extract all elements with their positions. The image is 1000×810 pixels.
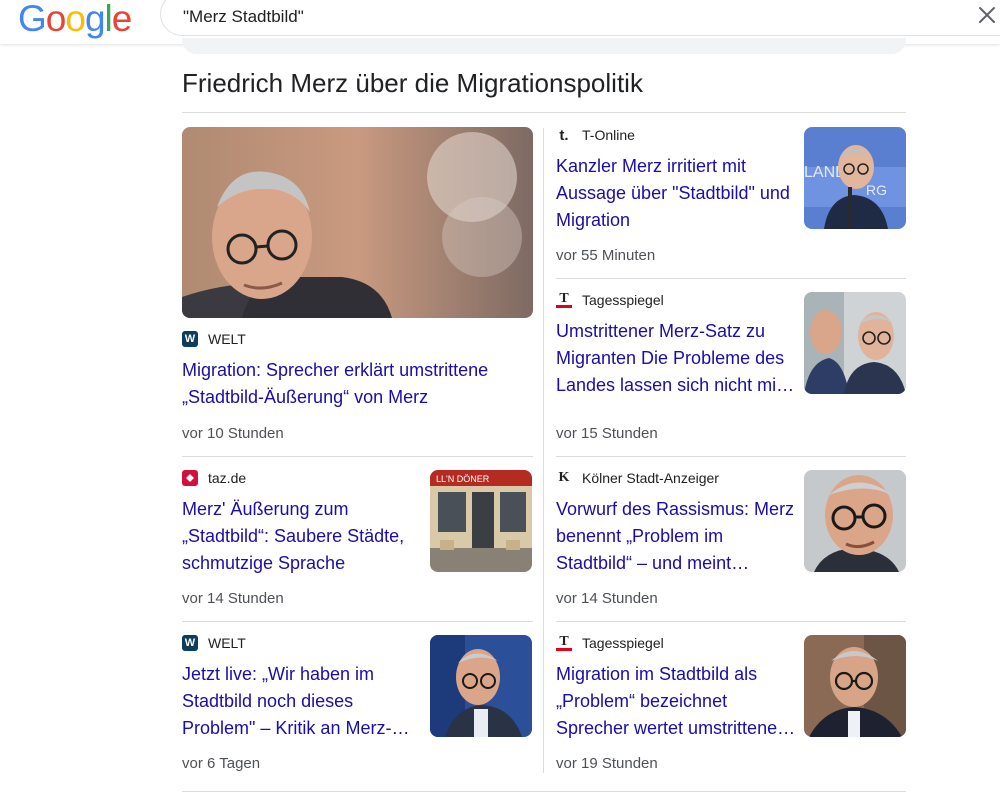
article-time: vor 15 Stunden <box>556 425 658 442</box>
article-source[interactable]: W WELT <box>182 635 246 651</box>
article-headline[interactable]: Umstrittener Merz-Satz zu Migranten Die … <box>556 318 796 399</box>
close-icon[interactable] <box>978 6 996 24</box>
source-name: Tagesspiegel <box>582 292 664 308</box>
tagesspiegel-icon: T <box>556 291 572 308</box>
source-name: WELT <box>208 635 246 651</box>
divider <box>182 112 906 113</box>
logo-letter: o <box>65 0 86 39</box>
article-source[interactable]: T Tagesspiegel <box>556 634 664 651</box>
article-source[interactable]: taz.de <box>182 470 246 486</box>
article-headline[interactable]: Vorwurf des Rassismus: Merz benennt „Pro… <box>556 496 796 577</box>
article-source[interactable]: t. T-Online <box>556 126 635 144</box>
article-thumbnail[interactable]: LAND RG <box>804 127 906 229</box>
article-thumbnail[interactable]: LL'N DÖNER <box>430 470 532 572</box>
svg-text:LL'N DÖNER: LL'N DÖNER <box>436 474 490 484</box>
source-name: Kölner Stadt-Anzeiger <box>582 470 719 486</box>
logo-letter: e <box>111 0 133 39</box>
search-input[interactable]: "Merz Stadtbild" <box>183 7 304 27</box>
google-logo[interactable]: Google <box>18 0 133 39</box>
t-online-icon: t. <box>559 126 569 144</box>
previous-card-edge <box>182 38 906 54</box>
article-time: vor 6 Tagen <box>182 755 261 772</box>
section-title: Friedrich Merz über die Migrationspoliti… <box>182 68 643 98</box>
article-time: vor 14 Stunden <box>556 590 658 607</box>
ksta-icon: K <box>558 470 570 485</box>
welt-icon: W <box>182 331 198 347</box>
article-time: vor 55 Minuten <box>556 247 656 264</box>
divider <box>556 456 906 457</box>
column-divider <box>543 128 544 773</box>
divider <box>182 791 906 792</box>
source-name: Tagesspiegel <box>582 635 664 651</box>
welt-icon: W <box>182 635 198 651</box>
article-headline[interactable]: Kanzler Merz irritiert mit Aussage über … <box>556 153 792 234</box>
article-image[interactable] <box>182 127 533 318</box>
divider <box>556 621 906 622</box>
article-thumbnail[interactable] <box>804 470 906 572</box>
article-source[interactable]: W WELT <box>182 331 246 347</box>
article-headline[interactable]: Migration: Sprecher erklärt umstrittene … <box>182 357 527 411</box>
search-box[interactable]: "Merz Stadtbild" <box>160 0 1000 36</box>
article-thumbnail[interactable] <box>430 635 532 737</box>
tagesspiegel-icon: T <box>556 634 572 651</box>
logo-letter: G <box>18 0 47 39</box>
article-thumbnail[interactable] <box>804 292 906 394</box>
article-time: vor 14 Stunden <box>182 590 284 607</box>
logo-letter: l <box>104 0 113 39</box>
logo-letter: g <box>84 0 106 39</box>
article-headline[interactable]: Jetzt live: „Wir haben im Stadtbild noch… <box>182 661 418 742</box>
logo-letter: o <box>45 0 67 39</box>
article-time: vor 10 Stunden <box>182 425 284 442</box>
source-name: WELT <box>208 331 246 347</box>
source-name: taz.de <box>208 470 247 486</box>
article-headline[interactable]: Migration im Stadtbild als „Problem“ bez… <box>556 661 796 742</box>
divider <box>182 621 533 622</box>
source-name: T-Online <box>582 127 635 143</box>
taz-icon <box>182 470 198 486</box>
article-thumbnail[interactable] <box>804 635 906 737</box>
article-time: vor 19 Stunden <box>556 755 658 772</box>
svg-text:RG: RG <box>866 182 887 198</box>
article-headline[interactable]: Merz' Äußerung zum „Stadtbild“: Saubere … <box>182 496 417 577</box>
divider <box>182 456 533 457</box>
article-source[interactable]: T Tagesspiegel <box>556 291 664 308</box>
article-source[interactable]: K Kölner Stadt-Anzeiger <box>556 470 719 486</box>
divider <box>556 278 906 279</box>
